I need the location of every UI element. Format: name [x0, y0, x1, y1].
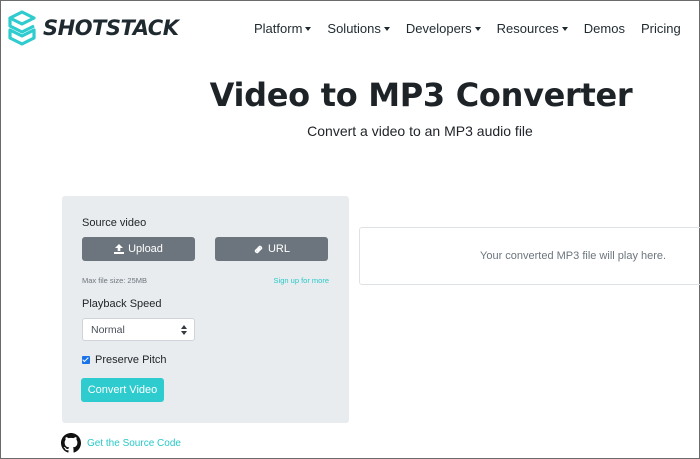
page-title: Video to MP3 Converter	[209, 76, 633, 114]
upload-button-label: Upload	[128, 243, 163, 255]
nav-platform[interactable]: Platform	[254, 21, 312, 36]
convert-video-button[interactable]: Convert Video	[81, 378, 164, 402]
nav-solutions-label: Solutions	[327, 21, 381, 36]
sign-up-link[interactable]: Sign up for more	[274, 276, 329, 285]
chevron-down-icon	[561, 26, 568, 31]
nav-demos-label: Demos	[583, 21, 625, 36]
upload-icon	[114, 244, 125, 254]
source-code-link[interactable]: Get the Source Code	[61, 433, 181, 453]
url-button-label: URL	[267, 243, 290, 255]
preserve-pitch-checkbox[interactable]	[82, 356, 90, 364]
shotstack-logo[interactable]: SHOTSTACK	[4, 10, 179, 46]
nav-resources-label: Resources	[496, 21, 559, 36]
max-file-size-note: Max file size: 25MB	[82, 276, 148, 285]
upload-button[interactable]: Upload	[82, 237, 195, 261]
nav-developers-label: Developers	[405, 21, 472, 36]
convert-video-label: Convert Video	[87, 384, 158, 396]
nav-developers[interactable]: Developers	[406, 21, 481, 36]
main-nav: Platform Solutions Developers Resources …	[254, 21, 681, 36]
nav-solutions[interactable]: Solutions	[327, 21, 390, 36]
playback-speed-value: Normal	[91, 323, 125, 336]
preserve-pitch-label: Preserve Pitch	[95, 354, 167, 366]
nav-pricing[interactable]: Pricing	[641, 21, 681, 36]
playback-speed-select[interactable]: Normal	[82, 318, 195, 341]
select-arrows-icon	[181, 325, 187, 335]
chevron-down-icon	[474, 26, 481, 31]
result-placeholder: Your converted MP3 file will play here.	[480, 250, 667, 262]
link-icon	[254, 245, 263, 253]
converter-form: Source video Upload URL Max file size: 2…	[62, 196, 349, 423]
page-subtitle: Convert a video to an MP3 audio file	[307, 123, 533, 139]
url-button[interactable]: URL	[215, 237, 328, 261]
chevron-down-icon	[383, 26, 390, 31]
source-video-label: Source video	[82, 217, 147, 229]
source-code-label: Get the Source Code	[87, 437, 181, 449]
nav-demos[interactable]: Demos	[584, 21, 625, 36]
chevron-down-icon	[305, 26, 312, 31]
nav-pricing-label: Pricing	[640, 21, 681, 36]
github-icon	[61, 433, 81, 453]
logo-wordmark: SHOTSTACK	[43, 16, 179, 40]
nav-platform-label: Platform	[254, 21, 303, 36]
shotstack-logo-icon	[8, 10, 36, 46]
playback-speed-label: Playback Speed	[82, 298, 162, 310]
nav-resources[interactable]: Resources	[497, 21, 568, 36]
audio-result-box: Your converted MP3 file will play here.	[359, 227, 700, 285]
